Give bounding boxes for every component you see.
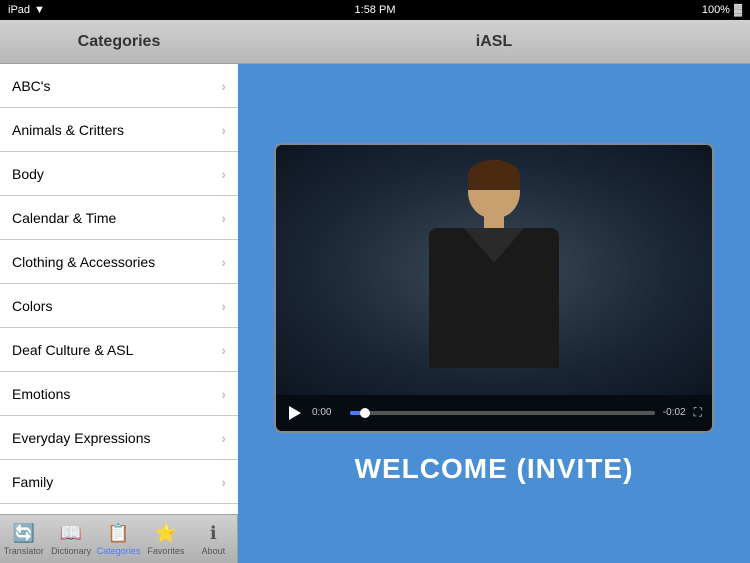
chevron-icon-everyday-expressions: › xyxy=(221,430,226,446)
tab-item-about[interactable]: ℹ About xyxy=(190,515,237,563)
sidebar-header: Categories xyxy=(0,20,238,64)
chevron-icon-deaf-culture-asl: › xyxy=(221,342,226,358)
panel-header: iASL xyxy=(238,20,750,64)
sidebar-item-label-calendar-time: Calendar & Time xyxy=(12,210,116,226)
chevron-icon-family: › xyxy=(221,474,226,490)
tab-label-about: About xyxy=(202,546,226,556)
tab-icon-favorites: ⭐ xyxy=(155,523,177,544)
sidebar-item-label-abcs: ABC's xyxy=(12,78,50,94)
sidebar-item-clothing-accessories[interactable]: Clothing & Accessories › xyxy=(0,240,238,284)
tab-bar: 🔄 Translator 📖 Dictionary 📋 Categories ⭐… xyxy=(0,514,238,563)
chevron-icon-emotions: › xyxy=(221,386,226,402)
video-title: WELCOME (INVITE) xyxy=(355,453,634,485)
sidebar-item-deaf-culture-asl[interactable]: Deaf Culture & ASL › xyxy=(0,328,238,372)
status-left: iPad ▼ xyxy=(8,4,45,16)
app-wrapper: iPad ▼ 1:58 PM 100% ▓ Categories ABC's ›… xyxy=(0,0,750,563)
wifi-icon: ▼ xyxy=(34,4,45,16)
sidebar-item-label-body: Body xyxy=(12,166,44,182)
tab-icon-about: ℹ xyxy=(210,523,217,544)
person-figure xyxy=(414,160,574,380)
fullscreen-button[interactable]: ⛶ xyxy=(694,405,702,420)
battery-label: 100% xyxy=(702,4,730,16)
chevron-icon-clothing-accessories: › xyxy=(221,254,226,270)
tab-item-translator[interactable]: 🔄 Translator xyxy=(0,515,47,563)
tab-label-categories: Categories xyxy=(97,546,141,556)
battery-icon: ▓ xyxy=(734,4,742,16)
video-time-end: -0:02 xyxy=(663,407,686,418)
status-right: 100% ▓ xyxy=(702,4,742,16)
tab-item-dictionary[interactable]: 📖 Dictionary xyxy=(47,515,94,563)
sidebar-item-label-everyday-expressions: Everyday Expressions xyxy=(12,430,151,446)
sidebar-title: Categories xyxy=(78,33,161,51)
sidebar-item-emotions[interactable]: Emotions › xyxy=(0,372,238,416)
status-time: 1:58 PM xyxy=(355,4,396,16)
tab-item-categories[interactable]: 📋 Categories xyxy=(95,515,142,563)
tab-label-favorites: Favorites xyxy=(147,546,184,556)
tab-icon-translator: 🔄 xyxy=(12,523,34,544)
panel-title: iASL xyxy=(476,33,512,51)
sidebar-list: ABC's › Animals & Critters › Body › Cale… xyxy=(0,64,238,514)
sidebar-item-food-drink[interactable]: Food & Drink › xyxy=(0,504,238,514)
video-frame xyxy=(276,145,712,395)
chevron-icon-colors: › xyxy=(221,298,226,314)
carrier-label: iPad xyxy=(8,4,30,16)
person-head xyxy=(468,160,520,218)
content-panel: iASL xyxy=(238,20,750,563)
progress-bar[interactable] xyxy=(350,411,655,415)
person-body xyxy=(429,228,559,368)
sidebar-item-label-animals-critters: Animals & Critters xyxy=(12,122,124,138)
tab-icon-dictionary: 📖 xyxy=(60,523,82,544)
tab-label-dictionary: Dictionary xyxy=(51,546,91,556)
sidebar-item-label-clothing-accessories: Clothing & Accessories xyxy=(12,254,155,270)
tab-item-favorites[interactable]: ⭐ Favorites xyxy=(142,515,189,563)
video-time: 0:00 xyxy=(312,407,342,418)
main-area: Categories ABC's › Animals & Critters › … xyxy=(0,20,750,563)
video-container: 0:00 -0:02 ⛶ xyxy=(274,143,714,433)
person-hair xyxy=(468,160,520,190)
tab-icon-categories: 📋 xyxy=(107,523,129,544)
chevron-icon-calendar-time: › xyxy=(221,210,226,226)
sidebar-item-label-family: Family xyxy=(12,474,53,490)
video-controls: 0:00 -0:02 ⛶ xyxy=(276,395,712,431)
left-column: Categories ABC's › Animals & Critters › … xyxy=(0,20,238,563)
sidebar-item-label-emotions: Emotions xyxy=(12,386,70,402)
play-icon xyxy=(289,406,301,420)
tab-bar-items: 🔄 Translator 📖 Dictionary 📋 Categories ⭐… xyxy=(0,515,237,563)
status-bar: iPad ▼ 1:58 PM 100% ▓ xyxy=(0,0,750,20)
tab-label-translator: Translator xyxy=(4,546,44,556)
sidebar-item-animals-critters[interactable]: Animals & Critters › xyxy=(0,108,238,152)
chevron-icon-animals-critters: › xyxy=(221,122,226,138)
sidebar-item-label-deaf-culture-asl: Deaf Culture & ASL xyxy=(12,342,133,358)
play-button[interactable] xyxy=(286,404,304,422)
sidebar-item-calendar-time[interactable]: Calendar & Time › xyxy=(0,196,238,240)
sidebar-item-abcs[interactable]: ABC's › xyxy=(0,64,238,108)
sidebar-item-family[interactable]: Family › xyxy=(0,460,238,504)
sidebar-item-colors[interactable]: Colors › xyxy=(0,284,238,328)
sidebar-item-everyday-expressions[interactable]: Everyday Expressions › xyxy=(0,416,238,460)
sidebar-item-body[interactable]: Body › xyxy=(0,152,238,196)
progress-dot xyxy=(360,408,370,418)
chevron-icon-abcs: › xyxy=(221,78,226,94)
chevron-icon-body: › xyxy=(221,166,226,182)
sidebar-item-label-colors: Colors xyxy=(12,298,52,314)
